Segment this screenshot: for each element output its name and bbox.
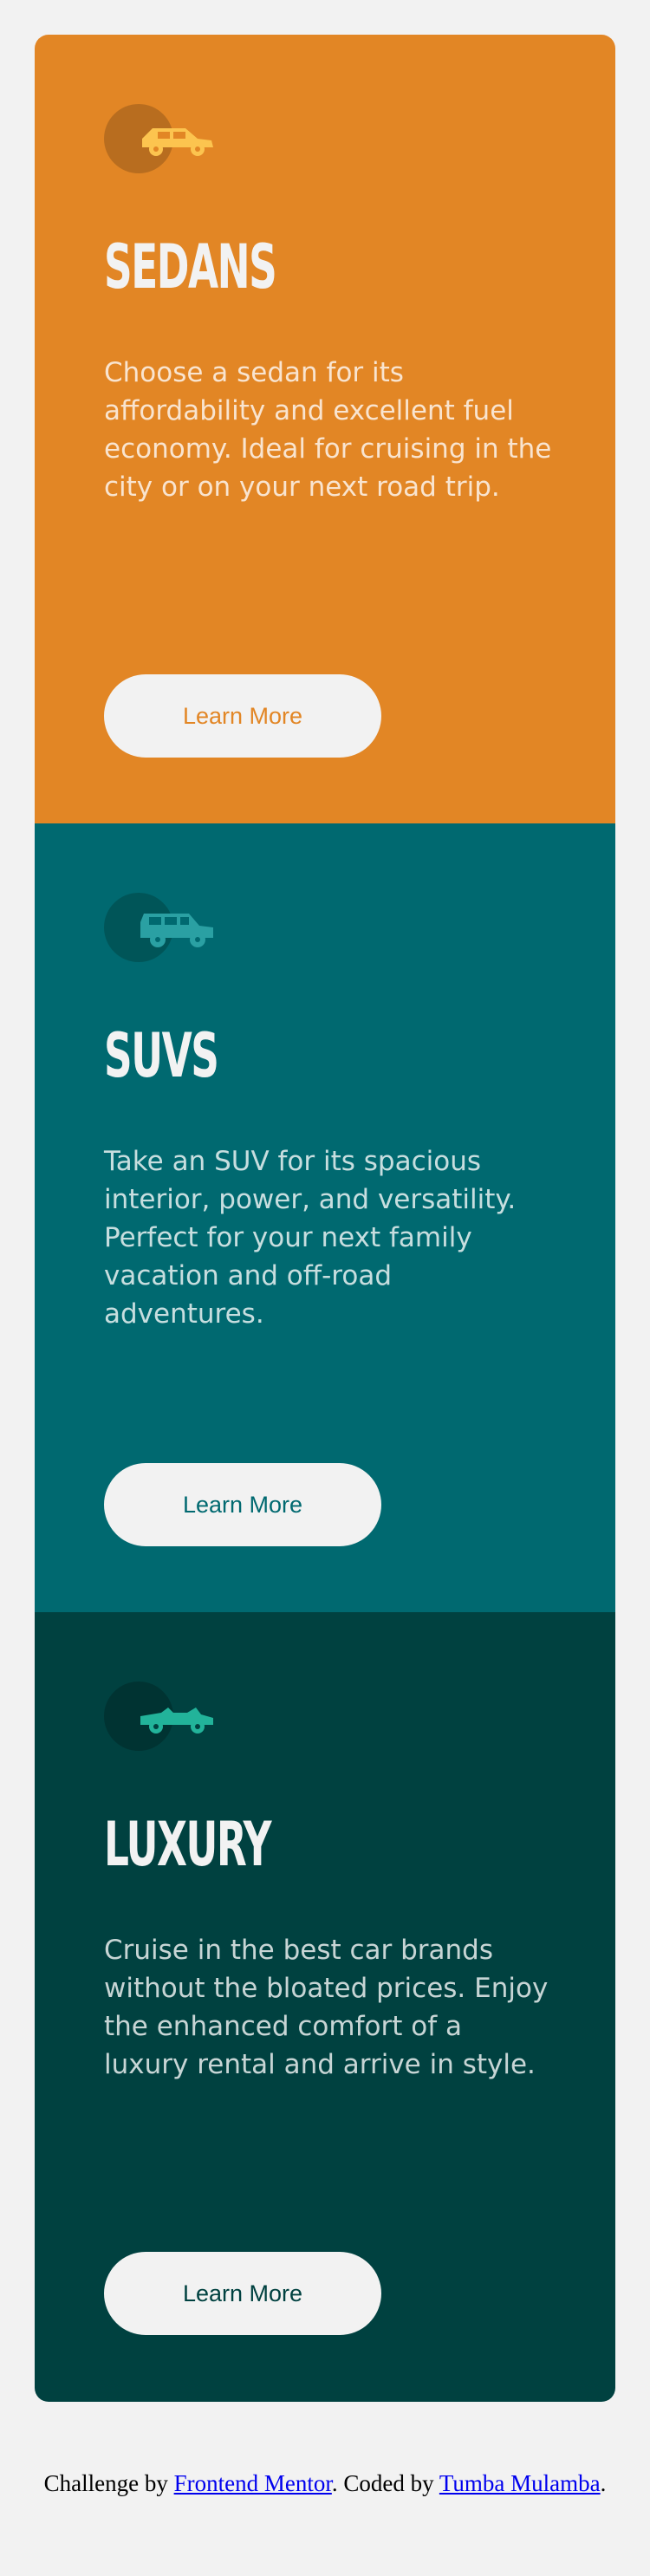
card-title: SUVS (104, 1020, 219, 1091)
luxury-car-icon (104, 1682, 225, 1751)
sedan-icon (104, 104, 225, 173)
card-title: LUXURY (104, 1809, 271, 1880)
suv-car-icon (140, 914, 213, 947)
sedan-car-icon (142, 128, 213, 156)
card-description: Take an SUV for its spacious interior, p… (104, 1146, 517, 1330)
card-description: Choose a sedan for its affordability and… (104, 357, 552, 503)
attribution-suffix: . (600, 2470, 607, 2496)
learn-more-button-luxury[interactable]: Learn More (104, 2252, 381, 2335)
author-link[interactable]: Tumba Mulamba (439, 2470, 601, 2496)
frontend-mentor-link[interactable]: Frontend Mentor (174, 2470, 332, 2496)
convertible-car-icon (140, 1708, 213, 1734)
card-container: SEDANS Choose a sedan for its affordabil… (35, 35, 615, 2402)
suvs-card: SUVS Take an SUV for its spacious interi… (35, 823, 615, 1612)
learn-more-button-sedans[interactable]: Learn More (104, 674, 381, 758)
sedans-card: SEDANS Choose a sedan for its affordabil… (35, 35, 615, 823)
luxury-card: LUXURY Cruise in the best car brands wit… (35, 1612, 615, 2402)
attribution: Challenge by Frontend Mentor. Coded by T… (0, 2470, 650, 2497)
card-title: SEDANS (104, 231, 277, 302)
suv-icon (104, 893, 225, 962)
learn-more-button-suvs[interactable]: Learn More (104, 1463, 381, 1546)
attribution-prefix: Challenge by (43, 2470, 174, 2496)
attribution-middle: . Coded by (331, 2470, 439, 2496)
card-description: Cruise in the best car brands without th… (104, 1935, 549, 2080)
